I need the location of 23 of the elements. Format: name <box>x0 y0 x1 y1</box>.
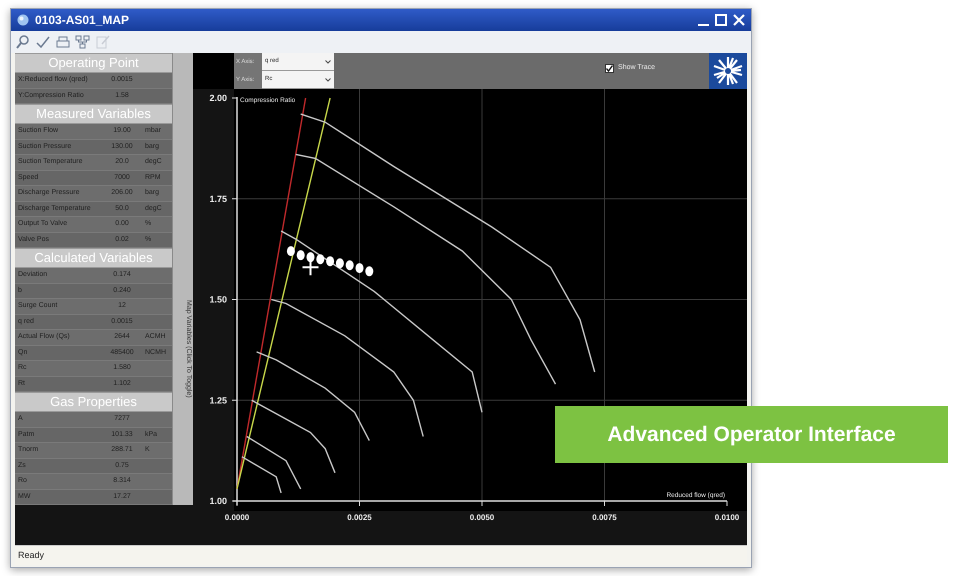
x-tick-label: 0.0050 <box>470 513 494 522</box>
turbine-logo-icon <box>709 53 747 89</box>
checkbox[interactable] <box>605 64 614 72</box>
x-tick-label: 0.0000 <box>224 513 250 522</box>
globe-icon <box>17 14 29 26</box>
window-title: 0103-AS01_MAP <box>35 12 130 29</box>
y-tick-label: 1.00 <box>209 496 227 506</box>
y-tick-label: 1.25 <box>209 395 227 406</box>
promo-banner: Advanced Operator Interface <box>555 406 948 463</box>
check-icon[interactable] <box>35 34 51 50</box>
y-tick-label: 2.00 <box>209 93 227 103</box>
x-tick-label: 0.0100 <box>714 513 740 522</box>
caret-icon <box>325 60 331 64</box>
x-tick-label: 0.0025 <box>347 513 372 522</box>
y-tick-label: 1.50 <box>209 294 227 304</box>
maximize-icon[interactable] <box>715 14 727 26</box>
y-tick-label: 1.75 <box>209 194 227 204</box>
caret-icon <box>325 78 331 82</box>
search-icon[interactable] <box>15 34 31 50</box>
close-icon[interactable] <box>733 14 745 26</box>
network-icon[interactable] <box>75 34 91 50</box>
x-tick-label: 0.0075 <box>592 513 617 522</box>
printer-icon[interactable] <box>55 34 71 50</box>
